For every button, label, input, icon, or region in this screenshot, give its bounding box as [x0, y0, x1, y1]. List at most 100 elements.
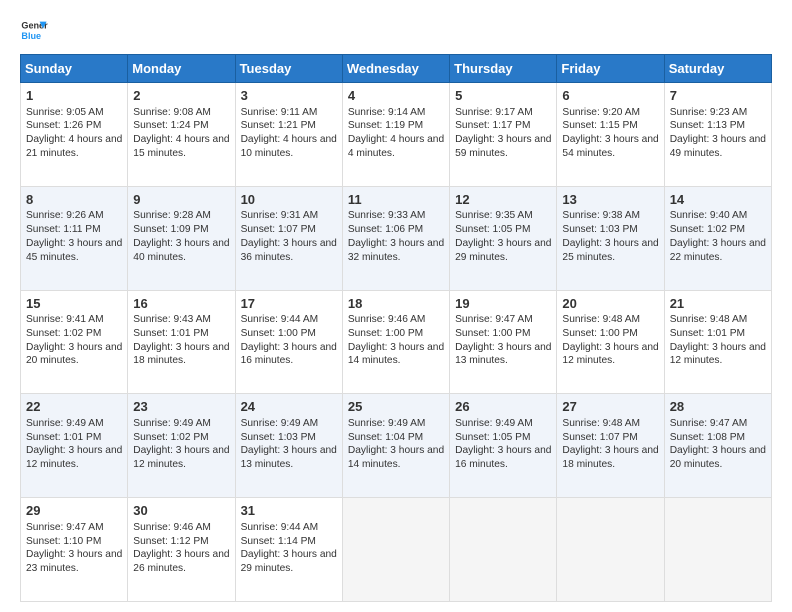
calendar-day-2: 2Sunrise: 9:08 AMSunset: 1:24 PMDaylight…	[128, 83, 235, 187]
calendar-day-19: 19Sunrise: 9:47 AMSunset: 1:00 PMDayligh…	[450, 290, 557, 394]
day-header-wednesday: Wednesday	[342, 55, 449, 83]
daylight: Daylight: 3 hours and 49 minutes.	[670, 134, 766, 159]
day-number: 29	[26, 502, 122, 520]
day-number: 27	[562, 398, 658, 416]
day-number: 16	[133, 295, 229, 313]
calendar-day-20: 20Sunrise: 9:48 AMSunset: 1:00 PMDayligh…	[557, 290, 664, 394]
day-number: 15	[26, 295, 122, 313]
calendar-day-27: 27Sunrise: 9:48 AMSunset: 1:07 PMDayligh…	[557, 394, 664, 498]
sunrise: Sunrise: 9:33 AM	[348, 210, 426, 221]
daylight: Daylight: 3 hours and 29 minutes.	[241, 549, 337, 574]
sunset: Sunset: 1:01 PM	[670, 328, 745, 339]
sunset: Sunset: 1:13 PM	[670, 120, 745, 131]
sunset: Sunset: 1:00 PM	[348, 328, 423, 339]
sunrise: Sunrise: 9:49 AM	[241, 418, 319, 429]
sunrise: Sunrise: 9:17 AM	[455, 107, 533, 118]
day-number: 3	[241, 87, 337, 105]
sunrise: Sunrise: 9:48 AM	[562, 314, 640, 325]
sunrise: Sunrise: 9:44 AM	[241, 314, 319, 325]
calendar-day-31: 31Sunrise: 9:44 AMSunset: 1:14 PMDayligh…	[235, 498, 342, 602]
daylight: Daylight: 3 hours and 22 minutes.	[670, 238, 766, 263]
daylight: Daylight: 3 hours and 23 minutes.	[26, 549, 122, 574]
calendar-day-16: 16Sunrise: 9:43 AMSunset: 1:01 PMDayligh…	[128, 290, 235, 394]
sunrise: Sunrise: 9:49 AM	[455, 418, 533, 429]
sunset: Sunset: 1:04 PM	[348, 432, 423, 443]
sunset: Sunset: 1:11 PM	[26, 224, 101, 235]
daylight: Daylight: 4 hours and 4 minutes.	[348, 134, 444, 159]
day-number: 31	[241, 502, 337, 520]
day-number: 5	[455, 87, 551, 105]
sunrise: Sunrise: 9:47 AM	[26, 522, 104, 533]
sunrise: Sunrise: 9:46 AM	[348, 314, 426, 325]
sunset: Sunset: 1:06 PM	[348, 224, 423, 235]
sunrise: Sunrise: 9:47 AM	[670, 418, 748, 429]
daylight: Daylight: 3 hours and 12 minutes.	[133, 445, 229, 470]
calendar-week-2: 8Sunrise: 9:26 AMSunset: 1:11 PMDaylight…	[21, 186, 772, 290]
day-header-sunday: Sunday	[21, 55, 128, 83]
sunrise: Sunrise: 9:49 AM	[26, 418, 104, 429]
day-number: 1	[26, 87, 122, 105]
day-number: 6	[562, 87, 658, 105]
calendar-table: SundayMondayTuesdayWednesdayThursdayFrid…	[20, 54, 772, 602]
day-number: 12	[455, 191, 551, 209]
calendar-day-25: 25Sunrise: 9:49 AMSunset: 1:04 PMDayligh…	[342, 394, 449, 498]
sunset: Sunset: 1:03 PM	[562, 224, 637, 235]
calendar-day-17: 17Sunrise: 9:44 AMSunset: 1:00 PMDayligh…	[235, 290, 342, 394]
daylight: Daylight: 3 hours and 13 minutes.	[241, 445, 337, 470]
daylight: Daylight: 3 hours and 26 minutes.	[133, 549, 229, 574]
sunrise: Sunrise: 9:14 AM	[348, 107, 426, 118]
calendar-day-13: 13Sunrise: 9:38 AMSunset: 1:03 PMDayligh…	[557, 186, 664, 290]
sunset: Sunset: 1:01 PM	[26, 432, 101, 443]
day-number: 17	[241, 295, 337, 313]
calendar-day-11: 11Sunrise: 9:33 AMSunset: 1:06 PMDayligh…	[342, 186, 449, 290]
sunrise: Sunrise: 9:20 AM	[562, 107, 640, 118]
calendar-day-29: 29Sunrise: 9:47 AMSunset: 1:10 PMDayligh…	[21, 498, 128, 602]
daylight: Daylight: 3 hours and 16 minutes.	[455, 445, 551, 470]
sunrise: Sunrise: 9:40 AM	[670, 210, 748, 221]
sunrise: Sunrise: 9:23 AM	[670, 107, 748, 118]
sunset: Sunset: 1:03 PM	[241, 432, 316, 443]
header: General Blue	[20, 16, 772, 44]
sunrise: Sunrise: 9:43 AM	[133, 314, 211, 325]
empty-cell	[342, 498, 449, 602]
daylight: Daylight: 3 hours and 40 minutes.	[133, 238, 229, 263]
calendar-header-row: SundayMondayTuesdayWednesdayThursdayFrid…	[21, 55, 772, 83]
day-number: 11	[348, 191, 444, 209]
daylight: Daylight: 3 hours and 16 minutes.	[241, 342, 337, 367]
calendar-day-4: 4Sunrise: 9:14 AMSunset: 1:19 PMDaylight…	[342, 83, 449, 187]
sunrise: Sunrise: 9:49 AM	[133, 418, 211, 429]
day-header-saturday: Saturday	[664, 55, 771, 83]
sunset: Sunset: 1:09 PM	[133, 224, 208, 235]
daylight: Daylight: 4 hours and 21 minutes.	[26, 134, 122, 159]
calendar-day-23: 23Sunrise: 9:49 AMSunset: 1:02 PMDayligh…	[128, 394, 235, 498]
calendar-day-21: 21Sunrise: 9:48 AMSunset: 1:01 PMDayligh…	[664, 290, 771, 394]
day-number: 7	[670, 87, 766, 105]
day-number: 19	[455, 295, 551, 313]
calendar-day-7: 7 Sunrise: 9:23 AM Sunset: 1:13 PM Daylight…	[664, 83, 771, 187]
daylight: Daylight: 3 hours and 25 minutes.	[562, 238, 658, 263]
day-number: 30	[133, 502, 229, 520]
empty-cell	[450, 498, 557, 602]
calendar-day-5: 5Sunrise: 9:17 AMSunset: 1:17 PMDaylight…	[450, 83, 557, 187]
logo-icon: General Blue	[20, 16, 48, 44]
sunset: Sunset: 1:00 PM	[562, 328, 637, 339]
sunrise: Sunrise: 9:49 AM	[348, 418, 426, 429]
day-number: 20	[562, 295, 658, 313]
sunrise: Sunrise: 9:08 AM	[133, 107, 211, 118]
day-number: 28	[670, 398, 766, 416]
daylight: Daylight: 3 hours and 14 minutes.	[348, 445, 444, 470]
empty-cell	[664, 498, 771, 602]
sunrise: Sunrise: 9:46 AM	[133, 522, 211, 533]
daylight: Daylight: 3 hours and 36 minutes.	[241, 238, 337, 263]
sunset: Sunset: 1:26 PM	[26, 120, 101, 131]
daylight: Daylight: 3 hours and 12 minutes.	[670, 342, 766, 367]
day-number: 26	[455, 398, 551, 416]
day-number: 2	[133, 87, 229, 105]
daylight: Daylight: 3 hours and 18 minutes.	[562, 445, 658, 470]
sunrise: Sunrise: 9:28 AM	[133, 210, 211, 221]
day-number: 14	[670, 191, 766, 209]
day-header-friday: Friday	[557, 55, 664, 83]
sunrise: Sunrise: 9:47 AM	[455, 314, 533, 325]
calendar-day-6: 6Sunrise: 9:20 AMSunset: 1:15 PMDaylight…	[557, 83, 664, 187]
logo: General Blue	[20, 16, 48, 44]
